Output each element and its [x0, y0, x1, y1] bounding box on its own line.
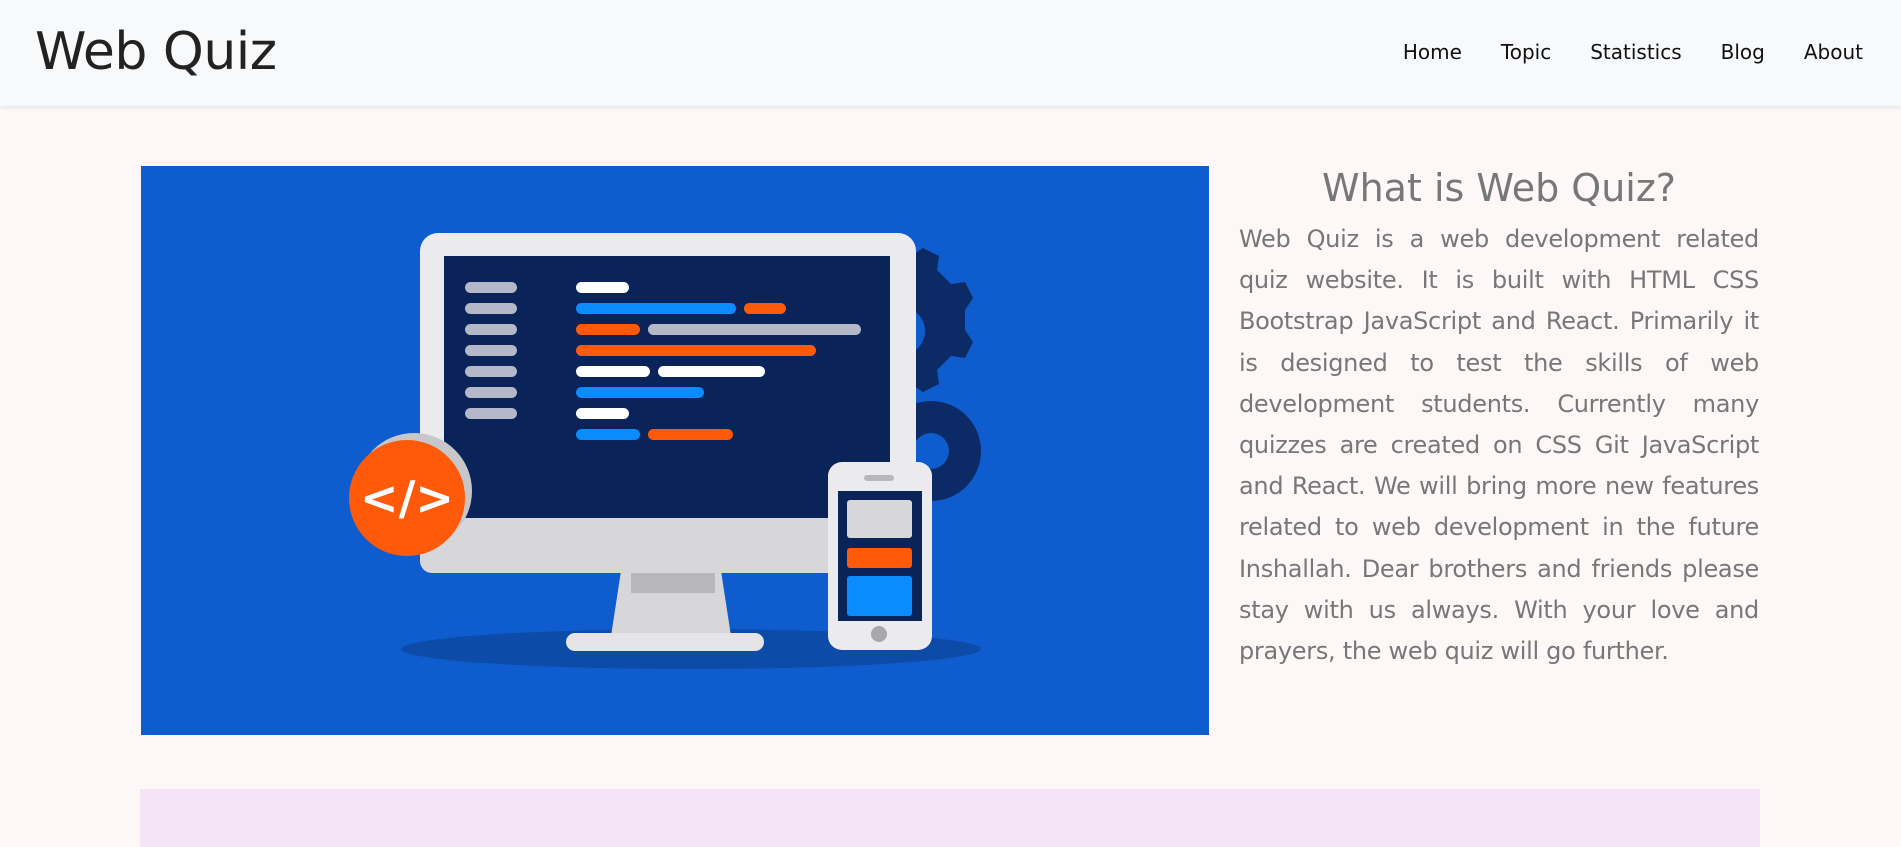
- nav-link-statistics[interactable]: Statistics: [1590, 38, 1681, 66]
- about-description: Web Quiz is a web development related qu…: [1239, 225, 1759, 666]
- phone-icon: [828, 462, 932, 650]
- about-title: What is Web Quiz?: [1322, 166, 1676, 210]
- nav-link-topic[interactable]: Topic: [1501, 38, 1551, 66]
- nav-links: Home Topic Statistics Blog About: [1403, 38, 1863, 66]
- monitor-base: [566, 633, 764, 651]
- hero-illustration: </>: [141, 166, 1209, 735]
- svg-text:</>: </>: [360, 471, 454, 525]
- code-badge: </>: [349, 440, 465, 556]
- nav-link-home[interactable]: Home: [1403, 38, 1462, 66]
- nav-link-blog[interactable]: Blog: [1721, 38, 1765, 66]
- brand-logo[interactable]: Web Quiz: [35, 22, 277, 82]
- navbar: Web Quiz Home Topic Statistics Blog Abou…: [0, 0, 1901, 106]
- nav-link-about[interactable]: About: [1804, 38, 1863, 66]
- lower-section: [140, 789, 1760, 847]
- about-section: What is Web Quiz? Web Quiz is a web deve…: [1239, 162, 1759, 672]
